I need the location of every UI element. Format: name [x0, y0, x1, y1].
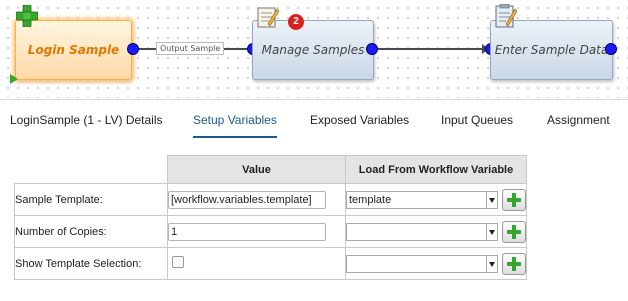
node-label: Login Sample	[27, 43, 120, 57]
value-cell: 1	[167, 215, 346, 248]
green-plus-icon	[16, 5, 38, 27]
add-variable-button[interactable]	[502, 252, 526, 275]
value-cell: [workflow.variables.template]	[167, 183, 346, 216]
green-plus-icon	[507, 192, 521, 207]
table-row: Sample Template: [workflow.variables.tem…	[14, 183, 527, 216]
add-variable-button[interactable]	[502, 188, 526, 211]
notification-badge: 2	[288, 14, 304, 30]
workflow-node-login-sample[interactable]: Login Sample	[15, 20, 132, 80]
value-cell	[167, 247, 346, 280]
table-row: Number of Copies: 1	[14, 215, 527, 248]
load-variable-control: template	[346, 188, 526, 211]
show-template-selection-checkbox[interactable]	[172, 256, 184, 268]
load-variable-control	[346, 220, 526, 243]
details-tab-bar: LoginSample (1 - LV) Details Setup Varia…	[0, 99, 628, 142]
notepad-pencil-icon	[257, 7, 279, 28]
connection-label: Output Sample	[156, 42, 225, 55]
tab-setup-variables[interactable]: Setup Variables	[193, 100, 277, 142]
load-cell	[345, 247, 527, 280]
load-variable-select[interactable]: template	[346, 190, 486, 209]
table-header-row: Value Load From Workflow Variable	[15, 155, 527, 184]
chevron-down-icon[interactable]	[486, 254, 498, 273]
output-port[interactable]	[127, 43, 139, 55]
green-plus-icon	[507, 256, 521, 271]
load-variable-control	[346, 252, 526, 275]
row-label: Show Template Selection:	[14, 247, 168, 280]
workflow-node-enter-sample-data[interactable]: Enter Sample Data	[490, 20, 613, 80]
tab-exposed-variables[interactable]: Exposed Variables	[310, 100, 409, 142]
tab-assignment[interactable]: Assignment	[547, 100, 610, 142]
load-cell: template	[345, 183, 527, 216]
load-variable-select[interactable]	[346, 222, 486, 241]
node-label: Manage Samples	[261, 43, 365, 57]
load-variable-select[interactable]	[346, 254, 486, 273]
sample-template-input[interactable]: [workflow.variables.template]	[168, 190, 326, 209]
number-of-copies-input[interactable]: 1	[168, 222, 326, 241]
tab-details[interactable]: LoginSample (1 - LV) Details	[10, 100, 163, 142]
node-label: Enter Sample Data	[494, 43, 609, 57]
green-plus-icon	[507, 224, 521, 239]
output-port[interactable]	[605, 43, 617, 55]
header-blank-cell	[15, 156, 168, 184]
output-port[interactable]	[366, 43, 378, 55]
load-cell	[345, 215, 527, 248]
chevron-down-icon[interactable]	[486, 190, 498, 209]
row-label: Sample Template:	[14, 183, 168, 216]
clipboard-pencil-icon	[495, 4, 517, 28]
workflow-canvas[interactable]: Output Sample Login Sample Manage Sample…	[0, 0, 628, 98]
tab-input-queues[interactable]: Input Queues	[441, 100, 513, 142]
connection-line[interactable]	[373, 48, 489, 50]
workflow-node-manage-samples[interactable]: Manage Samples	[252, 20, 374, 80]
add-variable-button[interactable]	[502, 220, 526, 243]
value-column-header: Value	[167, 155, 346, 184]
start-play-icon[interactable]	[10, 74, 18, 84]
setup-variables-table: Value Load From Workflow Variable Sample…	[14, 155, 527, 280]
load-column-header: Load From Workflow Variable	[345, 155, 527, 184]
chevron-down-icon[interactable]	[486, 222, 498, 241]
table-row: Show Template Selection:	[14, 247, 527, 280]
row-label: Number of Copies:	[14, 215, 168, 248]
